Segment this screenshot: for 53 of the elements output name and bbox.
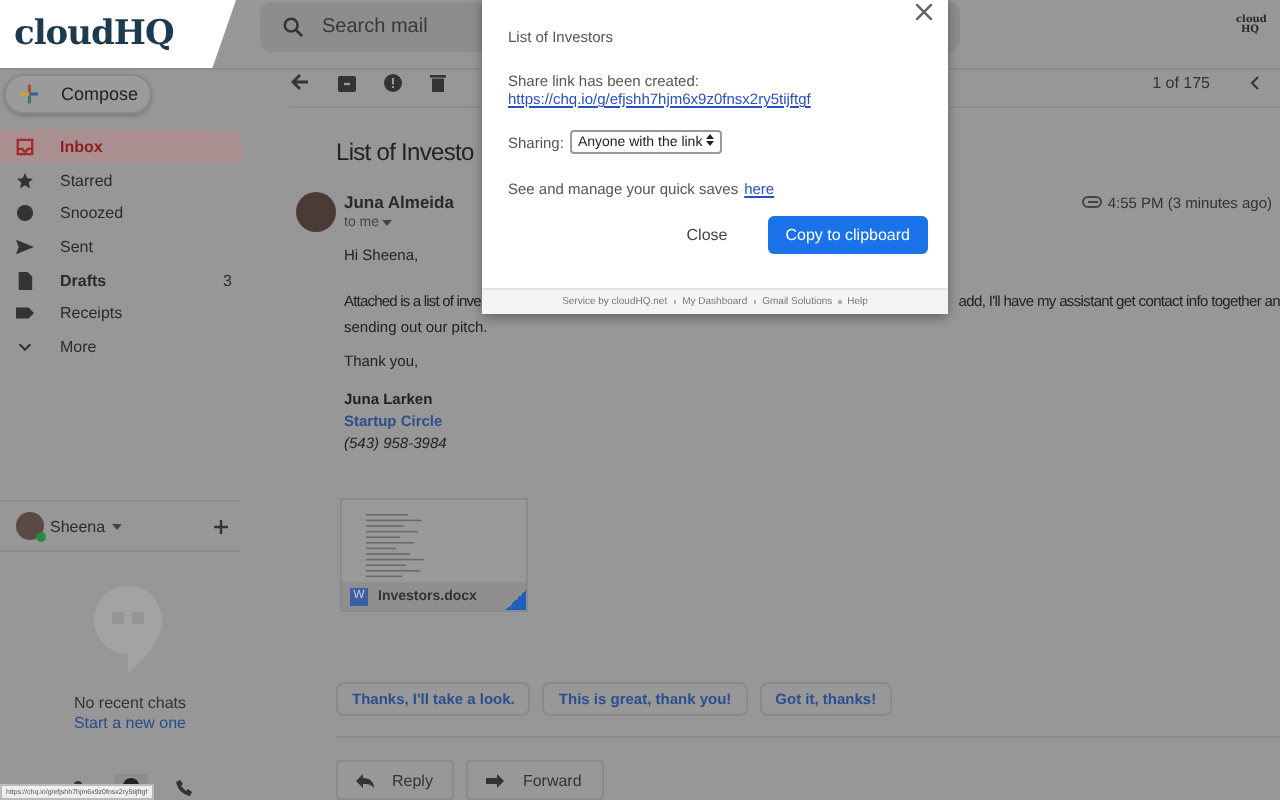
email-subject: List of Investo — [336, 138, 474, 166]
document-icon — [16, 271, 34, 290]
document-preview-drawing — [366, 514, 426, 582]
back-arrow-icon[interactable] — [290, 72, 310, 92]
folder-label: Starred — [60, 171, 113, 190]
sender-avatar — [296, 192, 336, 232]
unread-count: 3 — [223, 271, 232, 290]
forward-arrow-icon — [486, 773, 505, 787]
copy-button[interactable]: Copy to clipboard — [767, 216, 928, 254]
search-icon — [282, 15, 304, 37]
inbox-icon — [16, 138, 34, 157]
close-button[interactable]: Close — [670, 218, 744, 252]
send-icon — [16, 238, 34, 257]
alert-icon[interactable] — [384, 73, 402, 91]
add-icon[interactable] — [214, 519, 228, 533]
sender-name: Juna Almeida — [344, 192, 454, 212]
trash-icon[interactable] — [430, 73, 446, 91]
separator-dot — [838, 300, 842, 304]
folder-label: Inbox — [60, 138, 103, 157]
plus-icon — [20, 82, 39, 107]
paperclip-icon — [1081, 196, 1102, 208]
folder-label: Drafts — [60, 271, 107, 290]
start-chat-link[interactable]: Start a new one — [73, 714, 187, 732]
folder-item[interactable]: Inbox — [0, 130, 244, 164]
folder-item[interactable]: Snoozed — [0, 197, 244, 231]
page-count: 1 of 175 — [1152, 73, 1210, 91]
logo[interactable]: cloudHQ — [14, 14, 174, 54]
caret-icon[interactable] — [111, 523, 122, 529]
chevron-icon — [16, 338, 34, 357]
folder-label: Receipts — [60, 304, 123, 323]
star-icon — [16, 171, 34, 190]
folder-item[interactable]: More — [0, 330, 244, 364]
folder-item[interactable]: Sent — [0, 230, 244, 264]
close-icon[interactable] — [916, 4, 932, 20]
folder-item[interactable]: Starred — [0, 163, 244, 198]
phone-icon[interactable] — [175, 779, 191, 795]
label-icon — [16, 304, 34, 323]
archive-icon[interactable] — [338, 73, 356, 91]
empty-chat-text: No recent chats — [73, 694, 187, 712]
folder-label: Sent — [60, 238, 93, 257]
chat-user-name[interactable]: Sheena — [50, 517, 106, 535]
folder-item[interactable]: Drafts 3 — [0, 263, 244, 298]
folder-item[interactable]: Receipts — [0, 297, 244, 331]
reply-button[interactable]: Reply — [336, 760, 455, 800]
avatar[interactable] — [16, 512, 44, 540]
folder-label: Snoozed — [60, 204, 124, 223]
reply-arrow-icon — [356, 773, 374, 787]
folder-label: More — [60, 338, 97, 357]
updown-icon — [706, 134, 715, 146]
chevron-left-icon[interactable] — [1250, 75, 1260, 89]
caret-icon — [382, 220, 393, 226]
compose-button[interactable]: Compose — [4, 74, 152, 115]
forward-button[interactable]: Forward — [466, 760, 604, 800]
